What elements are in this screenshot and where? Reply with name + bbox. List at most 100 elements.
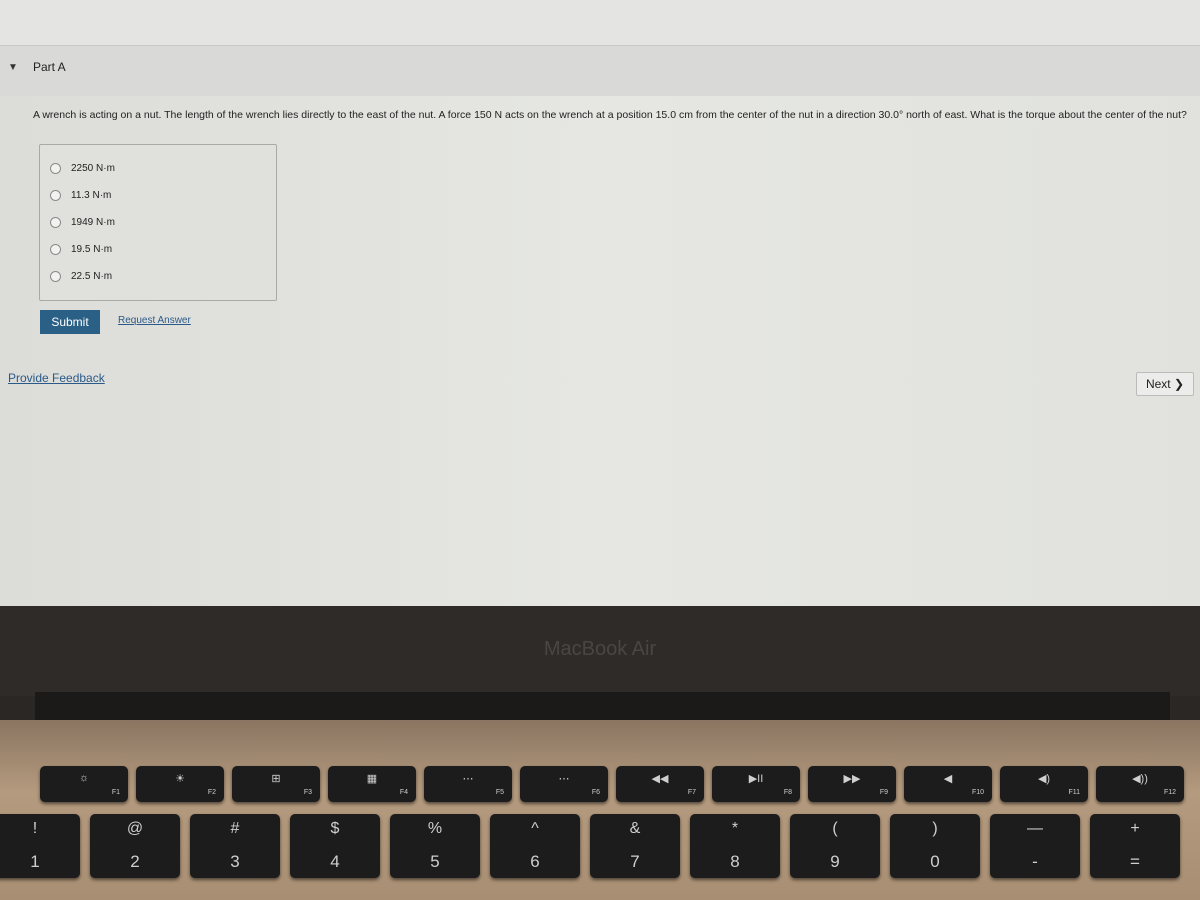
part-header[interactable]: ▼ Part A	[0, 46, 1200, 96]
key-f10[interactable]: ◀ F10	[904, 766, 992, 802]
next-button[interactable]: Next ❯	[1136, 372, 1194, 396]
key-label: 8	[730, 852, 740, 871]
key-icon: ◀◀	[651, 773, 669, 785]
key-icon: ▦	[366, 773, 378, 785]
key-f1[interactable]: ☼ F1	[40, 766, 128, 802]
key-icon: ☀	[175, 773, 185, 785]
key-f9[interactable]: ▶▶ F9	[808, 766, 896, 802]
key-shift-label: +	[1130, 820, 1140, 837]
key-7[interactable]: & 7	[590, 814, 680, 878]
key--[interactable]: — -	[990, 814, 1080, 878]
key-icon: ▶II	[748, 773, 764, 785]
key-f2[interactable]: ☀ F2	[136, 766, 224, 802]
hinge	[35, 692, 1170, 720]
key-f3[interactable]: ⊞ F3	[232, 766, 320, 802]
option-label: 19.5 N·m	[71, 244, 113, 255]
key-label: F3	[303, 789, 312, 796]
key-shift-label: ^	[531, 820, 539, 837]
key-f7[interactable]: ◀◀ F7	[616, 766, 704, 802]
key-label: 1	[30, 852, 40, 871]
key-label: F12	[1163, 789, 1176, 796]
key-label: F2	[207, 789, 216, 796]
key-0[interactable]: ) 0	[890, 814, 980, 878]
screen-bezel: MacBook Air	[0, 606, 1200, 696]
provide-feedback-link[interactable]: Provide Feedback	[8, 371, 105, 385]
key-icon: ⋯	[558, 773, 570, 785]
key-f5[interactable]: ⋯ F5	[424, 766, 512, 802]
key-label: =	[1130, 852, 1140, 871]
key-4[interactable]: $4	[290, 814, 380, 878]
key-label: F5	[495, 789, 504, 796]
option-label: 2250 N·m	[71, 163, 115, 174]
key-5[interactable]: % 5	[390, 814, 480, 878]
key-label: 5	[430, 852, 440, 871]
key-3[interactable]: #3	[190, 814, 280, 878]
key-label: 4	[330, 852, 340, 871]
key-icon: ◀)	[1037, 773, 1051, 785]
key-icon: ☼	[78, 772, 90, 784]
key-shift-label: !	[32, 820, 38, 837]
key-label: F8	[783, 789, 792, 796]
option-1[interactable]: 2250 N·m	[50, 163, 115, 174]
key-f12[interactable]: ◀)) F12	[1096, 766, 1184, 802]
key-label: 3	[230, 852, 240, 871]
key-shift-label: )	[932, 820, 938, 837]
request-answer-link[interactable]: Request Answer	[118, 315, 191, 326]
key-2[interactable]: @2	[90, 814, 180, 878]
laptop-screen: ▼ Part A A wrench is acting on a nut. Th…	[0, 0, 1200, 606]
key-f8[interactable]: ▶II F8	[712, 766, 800, 802]
collapse-triangle-icon[interactable]: ▼	[8, 62, 18, 73]
key-label: 7	[630, 852, 640, 871]
radio-button[interactable]	[50, 244, 61, 255]
brand-logo: MacBook Air	[543, 638, 657, 660]
key-9[interactable]: (9	[790, 814, 880, 878]
option-2[interactable]: 11.3 N·m	[50, 190, 111, 201]
answer-options: 2250 N·m 11.3 N·m 1949 N·m 19.5 N·m 22.5…	[39, 144, 277, 301]
key-label: 0	[930, 852, 940, 871]
key-f4[interactable]: ▦ F4	[328, 766, 416, 802]
option-label: 1949 N·m	[71, 217, 115, 228]
key-label: F11	[1068, 789, 1080, 796]
radio-button[interactable]	[50, 271, 61, 282]
key-label: 6	[530, 852, 540, 871]
key-label: 9	[830, 852, 840, 871]
key-shift-label: —	[1027, 820, 1043, 837]
key-1[interactable]: ! 1	[0, 814, 80, 878]
key-label: F4	[399, 789, 408, 796]
key-label: -	[1032, 852, 1038, 871]
part-label: Part A	[33, 60, 66, 74]
key-shift-label: %	[427, 820, 443, 837]
key-shift-label: *	[731, 820, 739, 837]
option-label: 22.5 N·m	[71, 271, 113, 282]
question-text: A wrench is acting on a nut. The length …	[33, 109, 1187, 121]
key-icon: ◀	[943, 773, 953, 785]
submit-button[interactable]: Submit	[40, 310, 100, 334]
key-label: F1	[111, 789, 120, 796]
key-6[interactable]: ^ 6	[490, 814, 580, 878]
radio-button[interactable]	[50, 190, 61, 201]
radio-button[interactable]	[50, 163, 61, 174]
key-shift-label: @	[126, 820, 144, 837]
option-4[interactable]: 19.5 N·m	[50, 244, 112, 255]
top-bar	[0, 0, 1200, 46]
key-shift-label: (	[832, 820, 838, 837]
key-shift-label: #	[230, 820, 240, 837]
key-icon: ⋯	[462, 773, 474, 785]
key-icon: ◀))	[1132, 773, 1148, 785]
key-f6[interactable]: ⋯ F6	[520, 766, 608, 802]
option-5[interactable]: 22.5 N·m	[50, 271, 112, 282]
option-label: 11.3 N·m	[71, 190, 112, 201]
radio-button[interactable]	[50, 217, 61, 228]
key-icon: ⊞	[271, 773, 281, 785]
key-icon: ▶▶	[843, 773, 861, 785]
key-label: F10	[971, 789, 984, 796]
key-shift-label: $	[330, 820, 340, 837]
key-8[interactable]: * 8	[690, 814, 780, 878]
key-label: F9	[879, 789, 888, 796]
key-f11[interactable]: ◀) F11	[1000, 766, 1088, 802]
keyboard: ☼ F1 ☀ F2 ⊞ F3 ▦ F4 ⋯ F5 ⋯ F6 ◀◀ F7 ▶II F8 ▶▶ F9 ◀ F10 ◀) F11…	[0, 720, 1200, 900]
key-label: 2	[130, 852, 140, 871]
key-=[interactable]: + =	[1090, 814, 1180, 878]
key-shift-label: &	[629, 820, 641, 837]
option-3[interactable]: 1949 N·m	[50, 217, 115, 228]
